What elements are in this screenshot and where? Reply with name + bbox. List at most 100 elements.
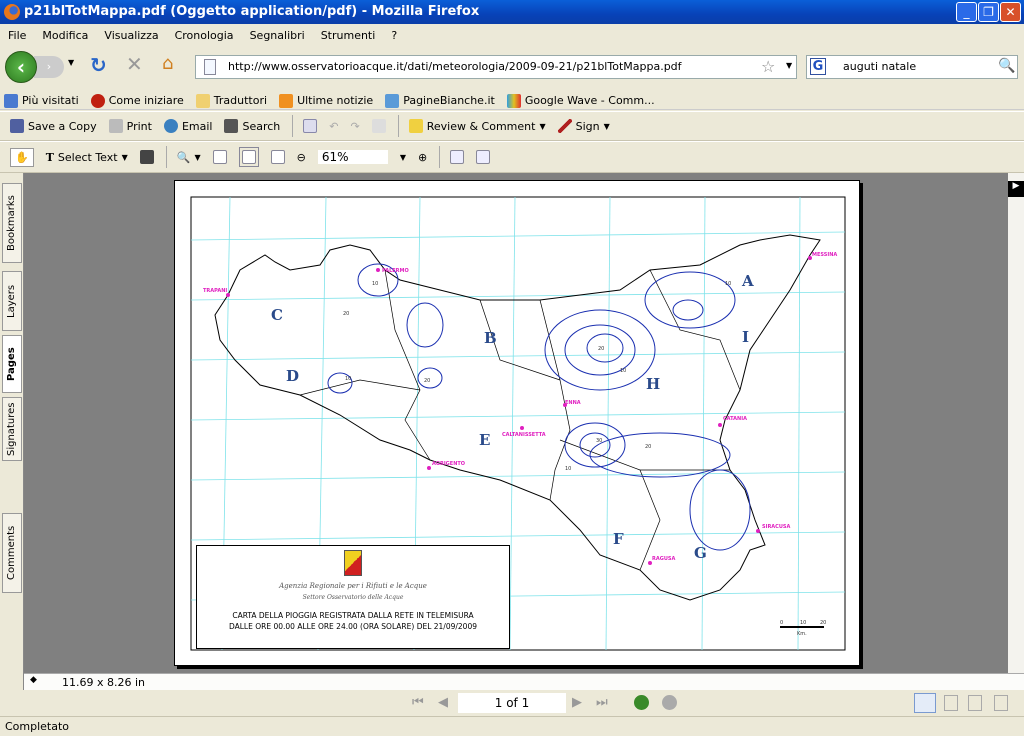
chevron-down-icon: ▼ (121, 152, 128, 162)
page-icon (212, 150, 227, 164)
facing-view-button[interactable] (968, 695, 982, 711)
tab-comments[interactable]: Comments (2, 513, 22, 593)
maximize-button[interactable]: ❐ (978, 2, 999, 22)
select-text-button[interactable]: T Select Text ▼ (46, 151, 128, 164)
hand-icon: ✋ (15, 150, 29, 164)
region-label: B (484, 329, 497, 347)
continuous-facing-view-button[interactable] (994, 695, 1008, 711)
email-button[interactable]: Email (163, 119, 212, 133)
region-label: D (286, 367, 299, 385)
first-page-button[interactable]: ⏮ (412, 695, 424, 710)
bookmark-ultime-notizie[interactable]: Ultime notizie (279, 92, 373, 109)
search-text: auguti natale (843, 60, 917, 73)
previous-view-icon[interactable] (634, 695, 649, 710)
rotate-cw-icon (450, 150, 465, 164)
last-page-button[interactable]: ⏭ (596, 695, 608, 710)
bookmark-come-iniziare[interactable]: Come iniziare (90, 92, 184, 109)
home-icon[interactable]: ⌂ (162, 53, 173, 74)
text-cursor-icon: T (45, 150, 54, 164)
forward-button[interactable]: › (34, 56, 64, 78)
floppy-icon (10, 119, 24, 133)
page-number-input[interactable]: 1 of 1 (458, 693, 566, 713)
scale-tick: 10 (800, 620, 806, 626)
search-input[interactable]: auguti natale G 🔍 (806, 55, 1018, 79)
menu-file[interactable]: File (8, 29, 26, 46)
bookmark-paginebianche[interactable]: PagineBianche.it (385, 92, 495, 109)
hand-tool-button[interactable]: ✋ (10, 147, 34, 167)
contour-label: 20 (424, 378, 430, 384)
google-icon[interactable]: G (810, 58, 826, 75)
zoom-level-input[interactable]: 61% (317, 150, 388, 164)
url-dropdown-icon[interactable]: ▼ (786, 61, 792, 70)
folder-icon (4, 93, 18, 108)
region-label: G (694, 544, 707, 562)
reload-icon[interactable]: ↻ (90, 53, 107, 77)
snapshot-button[interactable] (139, 150, 154, 164)
fit-width-icon (270, 150, 285, 164)
undo-icon: ↶ (329, 119, 339, 133)
menu-strumenti[interactable]: Strumenti (321, 29, 376, 46)
contour-label: 30 (596, 438, 602, 444)
rotate-clockwise-button[interactable] (450, 150, 465, 164)
next-page-button[interactable]: ▶ (572, 695, 582, 710)
separator (439, 146, 441, 168)
scale-tick: 20 (820, 620, 826, 626)
title-bar: p21blTotMappa.pdf (Oggetto application/p… (0, 0, 1024, 24)
search-magnifier-icon[interactable]: 🔍 (998, 58, 1015, 74)
bookmark-star-icon[interactable]: ☆ (761, 57, 775, 76)
fit-width-button[interactable] (270, 150, 285, 164)
menu-segnalibri[interactable]: Segnalibri (250, 29, 305, 46)
zoom-in-magnifier-icon: 🔍 (176, 150, 191, 164)
spellcheck-button[interactable] (303, 119, 318, 133)
tab-layers[interactable]: Layers (2, 271, 22, 331)
rotate-counterclockwise-button[interactable] (476, 150, 491, 164)
menu-modifica[interactable]: Modifica (42, 29, 88, 46)
bookmark-traduttori[interactable]: Traduttori (195, 92, 267, 109)
sign-button[interactable]: Sign ▼ (557, 119, 610, 133)
back-button[interactable]: ‹ (5, 51, 37, 83)
previous-page-button[interactable]: ◀ (438, 695, 448, 710)
firefox-icon (4, 4, 20, 20)
continuous-view-button[interactable] (944, 695, 958, 711)
fit-page-icon (241, 150, 256, 164)
contour-label: 20 (598, 346, 604, 352)
region-label: C (271, 306, 283, 324)
zoom-tool-button[interactable]: 🔍 ▼ (177, 151, 201, 164)
bookmark-piu-visitati[interactable]: Più visitati (4, 92, 79, 109)
fit-page-button[interactable] (238, 147, 259, 167)
url-input[interactable]: http://www.osservatorioacque.it/dati/met… (195, 55, 797, 79)
zoom-in-button[interactable]: ⊕ (418, 151, 427, 164)
zoom-dropdown-icon[interactable]: ▼ (400, 153, 406, 162)
horizontal-scrollbar[interactable]: ◆ 11.69 x 8.26 in (24, 673, 1024, 690)
zoom-out-button[interactable]: ⊖ (297, 151, 306, 164)
split-handle-icon[interactable]: ◆ (30, 675, 37, 685)
review-comment-button[interactable]: Review & Comment ▼ (408, 119, 546, 133)
stop-icon[interactable]: ✕ (126, 52, 143, 76)
menu-cronologia[interactable]: Cronologia (175, 29, 234, 46)
vertical-scrollbar[interactable]: ▶ (1008, 173, 1024, 673)
save-copy-button[interactable]: Save a Copy (10, 119, 97, 133)
tab-signatures[interactable]: Signatures (2, 397, 22, 461)
next-view-icon[interactable] (662, 695, 677, 710)
single-page-view-button[interactable] (914, 693, 936, 713)
copy-button[interactable] (371, 119, 386, 133)
bookmark-google-wave[interactable]: Google Wave - Comm... (506, 92, 655, 109)
undo-button[interactable]: ↶ (329, 120, 338, 133)
sign-label: Sign (575, 119, 600, 133)
city-label: MESSINA (812, 252, 837, 258)
history-dropdown-icon[interactable]: ▼ (68, 58, 74, 67)
print-button[interactable]: Print (108, 119, 152, 133)
search-button[interactable]: Search (224, 119, 280, 133)
tab-pages[interactable]: Pages (2, 335, 22, 393)
scroll-arrow-icon[interactable]: ▶ (1008, 181, 1024, 197)
menu-help[interactable]: ? (391, 29, 397, 46)
menu-visualizza[interactable]: Visualizza (104, 29, 158, 46)
region-label: H (646, 375, 660, 393)
close-button[interactable]: ✕ (1000, 2, 1021, 22)
actual-size-button[interactable] (212, 150, 227, 164)
redo-button[interactable]: ↷ (351, 120, 360, 133)
minimize-button[interactable]: _ (956, 2, 977, 22)
tab-bookmarks[interactable]: Bookmarks (2, 183, 22, 263)
city-label: SIRACUSA (762, 524, 791, 530)
google-wave-icon (506, 93, 521, 108)
